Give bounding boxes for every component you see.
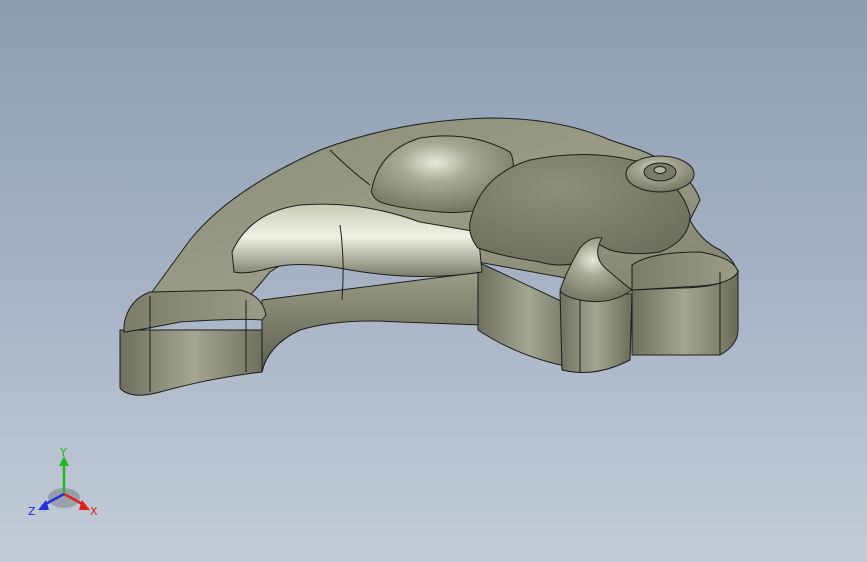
z-axis-arrow [38,500,49,510]
x-axis-arrow [79,500,90,510]
z-axis-label: Z [28,505,36,518]
y-axis-label: Y [59,448,67,459]
part-model[interactable] [119,117,739,396]
axis-triad: Y X Z [28,448,98,518]
body-side-wall [261,271,483,373]
front-side-wall [559,291,633,373]
tail-top-pad [123,289,267,333]
eye-pupil [653,166,667,174]
x-axis-label: X [90,505,98,518]
3d-viewport[interactable] [0,0,867,562]
